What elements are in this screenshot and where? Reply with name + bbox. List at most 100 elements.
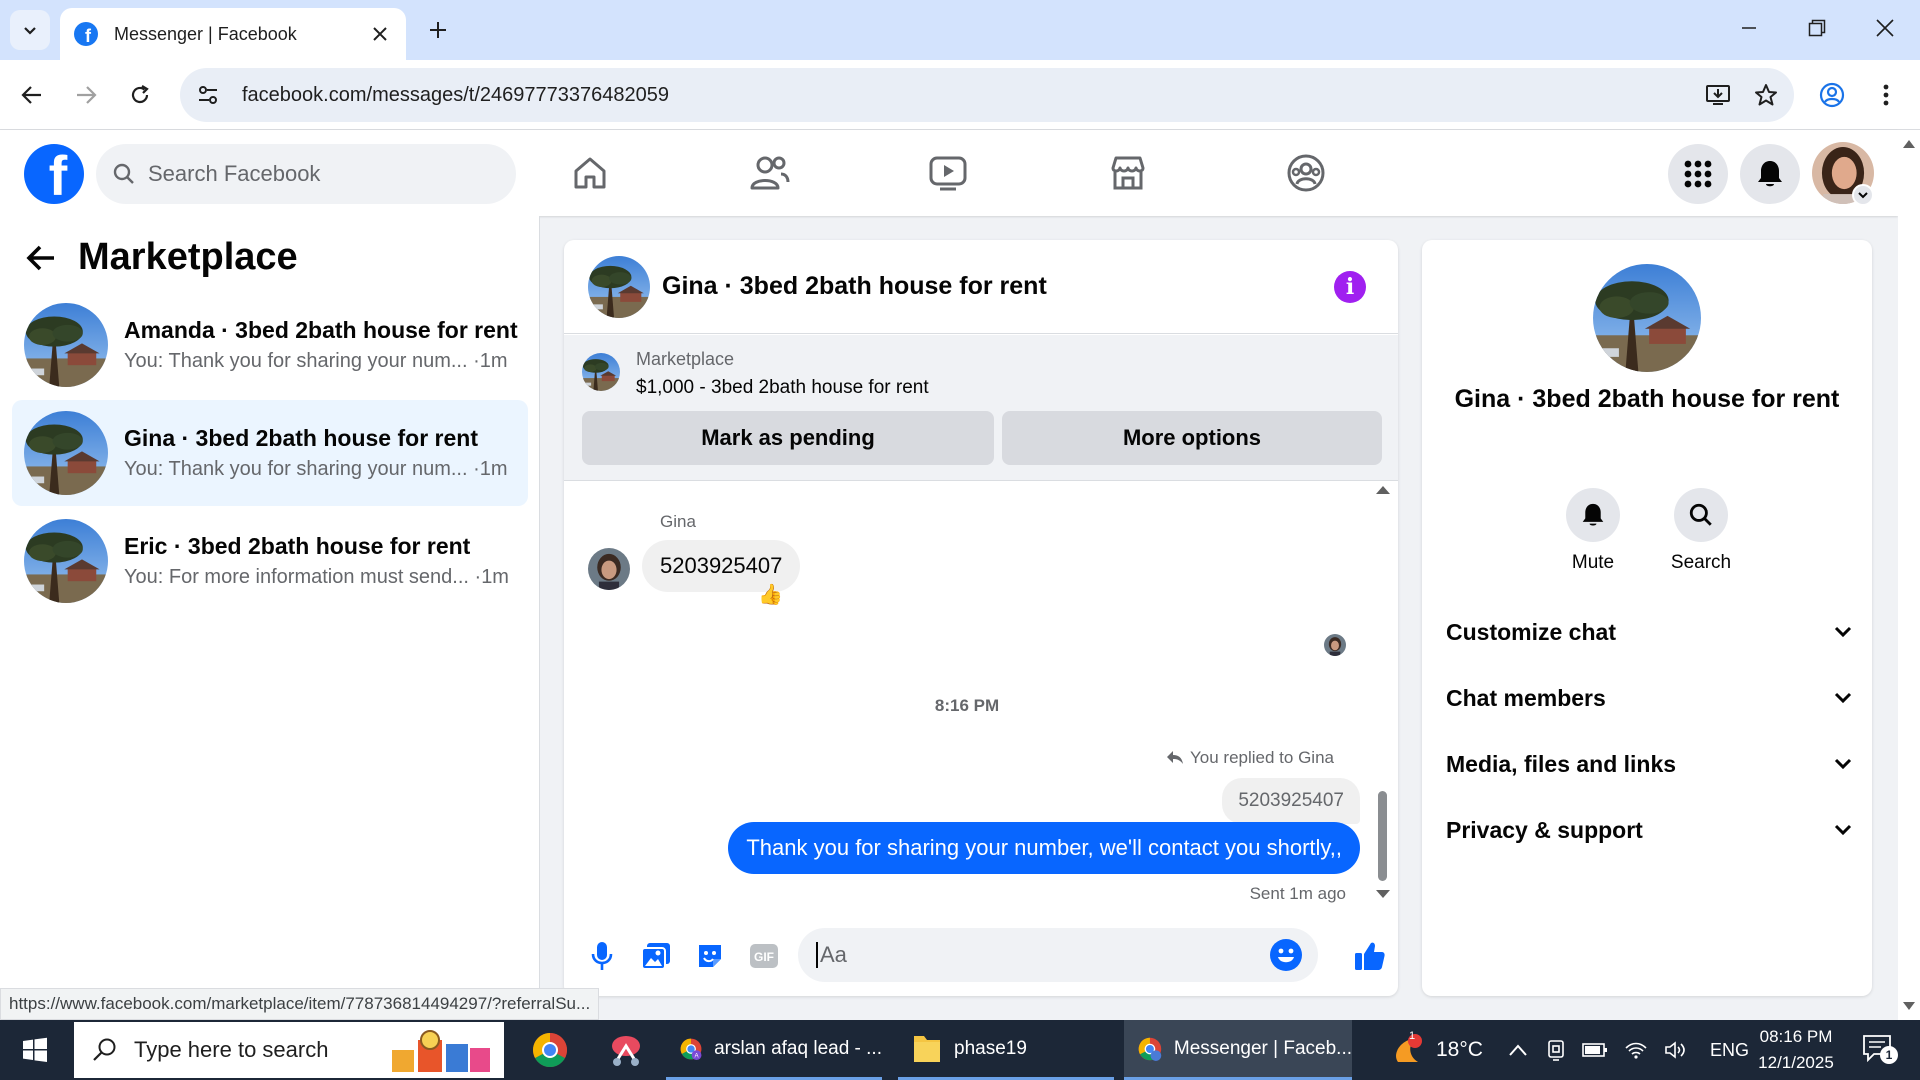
plus-icon	[430, 22, 446, 38]
mute-action[interactable]: Mute	[1553, 488, 1633, 574]
address-bar[interactable]: facebook.com/messages/t/2469777337648205…	[180, 68, 1794, 122]
close-window-button[interactable]	[1860, 8, 1910, 48]
more-options-button[interactable]: More options	[1002, 411, 1382, 465]
media-files-links-section[interactable]: Media, files and links	[1446, 738, 1852, 790]
tab-close-button[interactable]	[368, 22, 392, 46]
link-status-bar: https://www.facebook.com/marketplace/ite…	[0, 988, 600, 1020]
taskbar-chrome-arslan[interactable]: A arslan afaq lead - ...	[666, 1020, 882, 1080]
thumbs-up-reaction-icon[interactable]: 👍	[758, 582, 783, 607]
volume-icon[interactable]	[1664, 1040, 1688, 1060]
taskbar-search-input[interactable]: Type here to search	[74, 1022, 504, 1078]
nav-friends[interactable]	[740, 148, 800, 198]
chat-avatar[interactable]	[588, 256, 650, 318]
page-scrollbar[interactable]	[1898, 130, 1920, 1020]
nav-watch[interactable]	[918, 148, 978, 198]
chat-title[interactable]: Gina · 3bed 2bath house for rent	[662, 272, 1334, 301]
taskbar-chrome-messenger[interactable]: Messenger | Faceb...	[1124, 1020, 1352, 1080]
nav-groups[interactable]	[1276, 148, 1336, 198]
restore-button[interactable]	[1792, 8, 1842, 48]
conversation-item-amanda[interactable]: Amanda · 3bed 2bath house for rent You: …	[12, 292, 528, 398]
tab-title: Messenger | Facebook	[114, 23, 297, 44]
conversation-item-gina[interactable]: Gina · 3bed 2bath house for rent You: Th…	[12, 400, 528, 506]
scroll-down-arrow-icon[interactable]	[1903, 1002, 1915, 1010]
sent-status: Sent 1m ago	[1249, 884, 1346, 903]
meet-now-icon[interactable]	[1546, 1039, 1566, 1061]
listing-banner: Marketplace $1,000 - 3bed 2bath house fo…	[564, 335, 1398, 481]
minimize-icon	[1742, 27, 1756, 29]
profile-button[interactable]	[1812, 75, 1852, 115]
account-menu-chevron[interactable]	[1852, 184, 1874, 206]
taskbar-explorer-phase19[interactable]: phase19	[898, 1020, 1114, 1080]
sticker-button[interactable]	[688, 934, 732, 978]
bookmark-button[interactable]	[1746, 75, 1786, 115]
chat-members-section[interactable]: Chat members	[1446, 672, 1852, 724]
taskbar-chrome[interactable]	[518, 1020, 576, 1080]
conversation-info-button[interactable]: i	[1334, 270, 1366, 303]
gif-button[interactable]: GIF	[742, 934, 786, 978]
battery-icon[interactable]	[1582, 1042, 1608, 1058]
reload-button[interactable]	[120, 75, 160, 115]
taskbar-app-label: phase19	[954, 1037, 1027, 1059]
listing-price-title[interactable]: $1,000 - 3bed 2bath house for rent	[636, 377, 929, 399]
conversation-preview: You: For more information must send... ·…	[124, 566, 509, 588]
conversation-item-eric[interactable]: Eric · 3bed 2bath house for rent You: Fo…	[12, 508, 528, 614]
nav-marketplace[interactable]	[1098, 148, 1158, 198]
chevron-down-icon	[1858, 192, 1868, 199]
info-title: Gina · 3bed 2bath house for rent	[1454, 385, 1840, 413]
new-tab-button[interactable]	[418, 12, 458, 48]
forward-button[interactable]	[66, 75, 106, 115]
quoted-message-bubble[interactable]: 5203925407	[1222, 778, 1360, 824]
chevron-up-icon[interactable]	[1508, 1043, 1528, 1057]
message-input[interactable]: Aa	[798, 928, 1318, 982]
emoji-button[interactable]	[1270, 939, 1302, 971]
mute-button[interactable]	[1566, 488, 1620, 542]
privacy-support-section[interactable]: Privacy & support	[1446, 804, 1852, 856]
notification-center-button[interactable]: 1	[1862, 1034, 1898, 1066]
section-label: Chat members	[1446, 684, 1606, 711]
search-label: Search	[1670, 552, 1732, 573]
taskbar-app-label: Messenger | Faceb...	[1173, 1037, 1352, 1059]
taskbar-snipping-tool[interactable]	[594, 1020, 652, 1080]
notifications-button[interactable]	[1740, 144, 1800, 204]
conversation-info-panel: Gina · 3bed 2bath house for rent Mute Se…	[1422, 240, 1872, 996]
site-info-button[interactable]	[186, 73, 230, 117]
scroll-up-arrow-icon[interactable]	[1376, 486, 1390, 494]
minimize-button[interactable]	[1724, 8, 1774, 48]
url-text: facebook.com/messages/t/2469777337648205…	[242, 83, 669, 106]
marketplace-header: Marketplace	[26, 236, 298, 279]
browser-tab-messenger[interactable]: f Messenger | Facebook	[60, 8, 406, 60]
tab-search-button[interactable]	[10, 10, 50, 50]
send-like-button[interactable]	[1348, 934, 1392, 978]
scroll-thumb[interactable]	[1378, 791, 1387, 881]
facebook-search-input[interactable]: Search Facebook	[96, 144, 516, 204]
reload-icon	[131, 85, 149, 104]
scroll-up-arrow-icon[interactable]	[1903, 140, 1915, 148]
message-thread: Gina 5203925407 👍 8:16 PM You replied to…	[564, 482, 1398, 903]
wifi-icon[interactable]	[1624, 1040, 1648, 1060]
search-in-conversation-button[interactable]	[1674, 488, 1728, 542]
voice-clip-button[interactable]	[580, 934, 624, 978]
search-action[interactable]: Search	[1661, 488, 1741, 574]
install-app-button[interactable]	[1698, 75, 1738, 115]
scroll-down-arrow-icon[interactable]	[1376, 890, 1390, 898]
restore-icon	[1808, 19, 1826, 37]
arrow-left-icon[interactable]	[26, 244, 56, 272]
seen-indicator-avatar	[1324, 634, 1346, 656]
browser-menu-button[interactable]	[1866, 75, 1906, 115]
listing-thumbnail[interactable]	[582, 353, 620, 391]
start-button[interactable]	[0, 1020, 70, 1080]
customize-chat-section[interactable]: Customize chat	[1446, 606, 1852, 658]
weather-widget[interactable]: 1 18°C	[1390, 1020, 1483, 1080]
mark-as-pending-button[interactable]: Mark as pending	[582, 411, 994, 465]
thread-scrollbar[interactable]	[1376, 486, 1390, 898]
taskbar-clock[interactable]: 08:16 PM 12/1/2025	[1736, 1024, 1856, 1076]
sent-message-bubble[interactable]: Thank you for sharing your number, we'll…	[728, 822, 1360, 874]
facebook-logo[interactable]: f	[24, 144, 84, 204]
nav-home[interactable]	[560, 148, 620, 198]
info-avatar[interactable]	[1593, 264, 1701, 372]
menu-button[interactable]	[1668, 144, 1728, 204]
back-button[interactable]	[12, 75, 52, 115]
arrow-right-icon	[77, 86, 97, 104]
sender-avatar[interactable]	[588, 548, 630, 590]
attach-photo-button[interactable]	[634, 934, 678, 978]
